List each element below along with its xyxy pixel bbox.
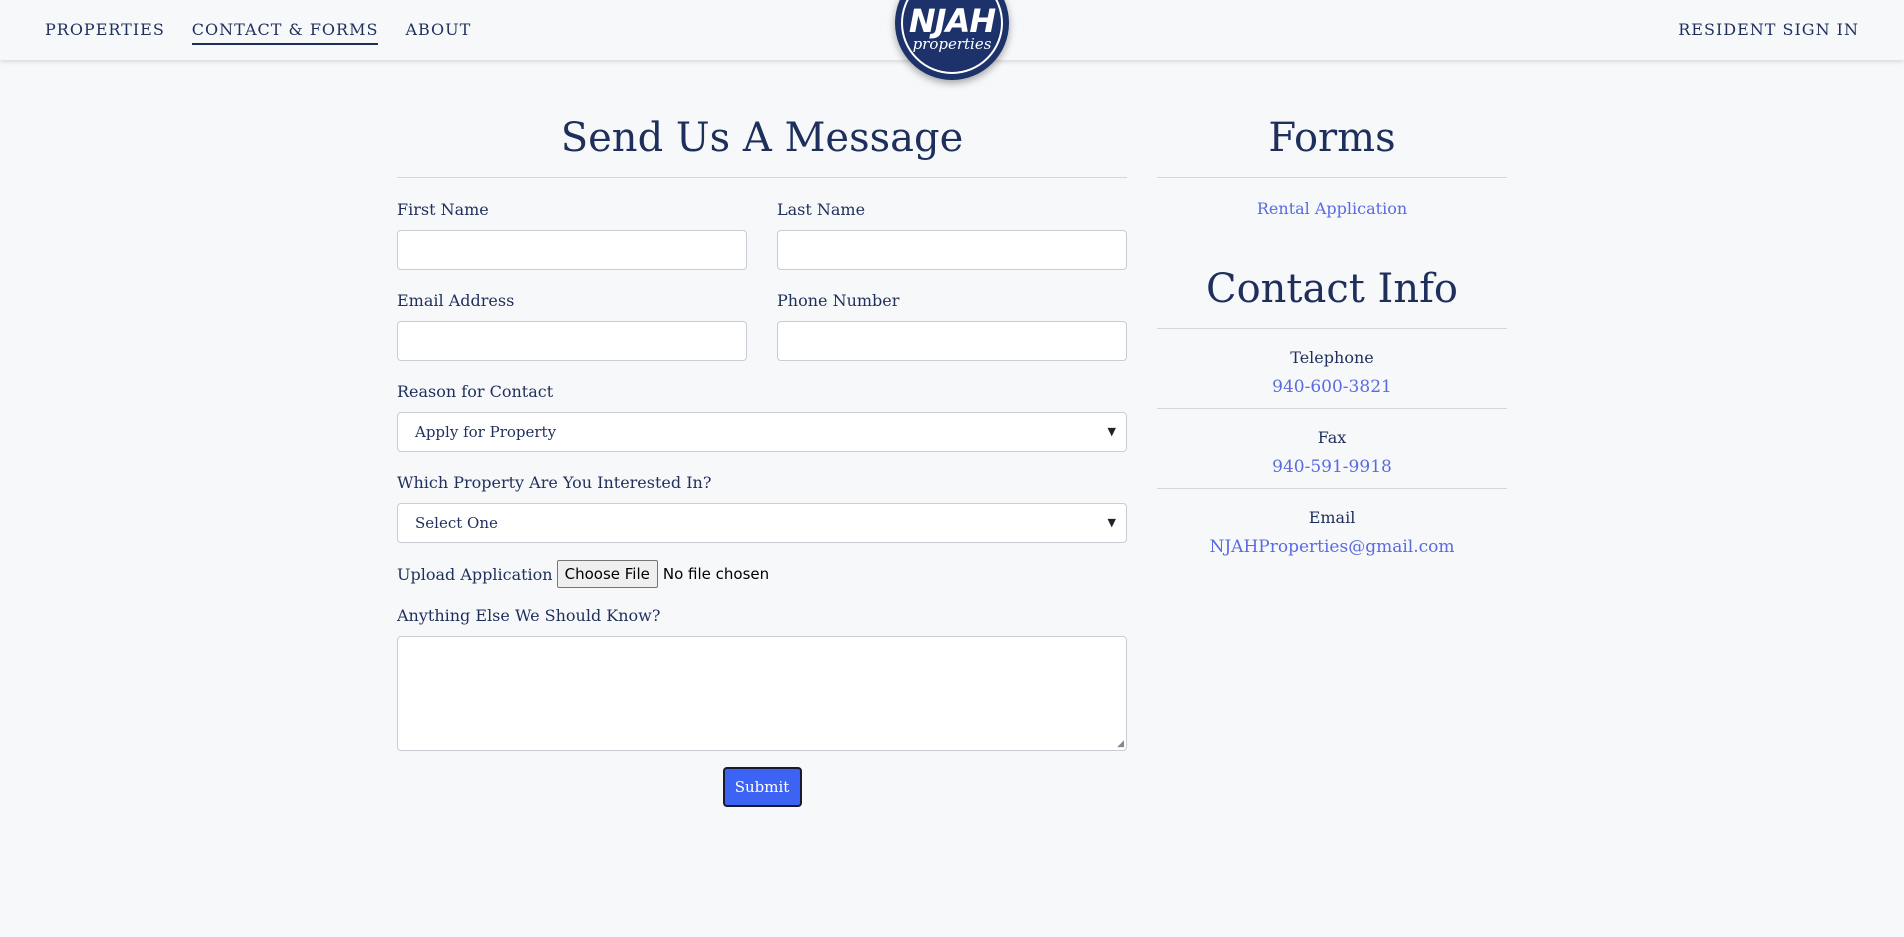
contact-info-title: Contact Info	[1205, 266, 1458, 312]
forms-list: Rental Application	[1157, 199, 1507, 218]
phone-label: Phone Number	[777, 291, 900, 310]
submit-button[interactable]: Submit	[722, 767, 802, 807]
email-group: Email Address	[397, 291, 747, 361]
logo-subtitle: properties	[912, 35, 992, 53]
nav-link-contact-forms[interactable]: CONTACT & FORMS	[191, 20, 379, 45]
property-selected-value: Select One	[415, 514, 498, 532]
reason-select[interactable]: Apply for Property ▼	[397, 412, 1127, 452]
contact-row: Email Address Phone Number	[397, 291, 1127, 361]
upload-label: Upload Application	[397, 564, 553, 584]
first-name-input[interactable]	[397, 230, 747, 270]
email-link[interactable]: NJAHProperties@gmail.com	[1209, 537, 1454, 557]
email-item: Email NJAHProperties@gmail.com	[1157, 508, 1507, 557]
last-name-input[interactable]	[777, 230, 1127, 270]
logo-wordmark: NJAH	[908, 2, 996, 40]
forms-title: Forms	[1268, 115, 1396, 161]
fax-divider	[1157, 488, 1507, 489]
resident-sign-in-link[interactable]: RESIDENT SIGN IN	[1678, 20, 1859, 43]
email-label: Email Address	[397, 291, 515, 310]
reason-selected-value: Apply for Property	[415, 423, 557, 441]
phone-input[interactable]	[777, 321, 1127, 361]
last-name-group: Last Name	[777, 200, 1127, 270]
forms-divider	[1157, 177, 1507, 178]
logo-ring: NJAH properties	[901, 0, 1003, 74]
chevron-down-icon: ▼	[1107, 425, 1116, 438]
no-file-text: No file chosen	[662, 565, 770, 583]
form-title-divider	[397, 177, 1127, 178]
nav-link-about[interactable]: ABOUT	[405, 20, 471, 45]
phone-group: Phone Number	[777, 291, 1127, 361]
first-name-group: First Name	[397, 200, 747, 270]
fax-label: Fax	[1317, 428, 1347, 447]
telephone-divider	[1157, 408, 1507, 409]
notes-label: Anything Else We Should Know?	[397, 606, 661, 625]
last-name-label: Last Name	[777, 200, 866, 219]
njah-logo[interactable]: NJAH properties	[895, 0, 1009, 80]
nav-right: RESIDENT SIGN IN	[1678, 20, 1859, 39]
email-contact-label: Email	[1308, 508, 1356, 527]
nav-link-properties[interactable]: PROPERTIES	[45, 20, 165, 45]
rental-application-link[interactable]: Rental Application	[1257, 199, 1407, 218]
resize-handle-icon[interactable]: ◢	[1117, 739, 1124, 749]
primary-nav: PROPERTIES CONTACT & FORMS ABOUT	[45, 20, 471, 45]
side-column: Forms Rental Application Contact Info Te…	[1157, 108, 1507, 557]
property-group: Which Property Are You Interested In? Se…	[397, 473, 1127, 543]
chevron-down-icon: ▼	[1107, 516, 1116, 529]
contact-form: Send Us A Message First Name Last Name E…	[397, 108, 1127, 807]
telephone-link[interactable]: 940-600-3821	[1272, 377, 1392, 397]
notes-group: Anything Else We Should Know? ◢	[397, 606, 1127, 751]
reason-group: Reason for Contact Apply for Property ▼	[397, 382, 1127, 452]
first-name-label: First Name	[397, 200, 489, 219]
name-row: First Name Last Name	[397, 200, 1127, 270]
contact-info-divider	[1157, 328, 1507, 329]
fax-item: Fax 940-591-9918	[1157, 428, 1507, 477]
submit-row: Submit	[397, 767, 1127, 807]
property-select[interactable]: Select One ▼	[397, 503, 1127, 543]
choose-file-button[interactable]: Choose File	[556, 560, 658, 588]
email-input[interactable]	[397, 321, 747, 361]
telephone-label: Telephone	[1290, 348, 1374, 367]
reason-label: Reason for Contact	[397, 382, 554, 401]
fax-link[interactable]: 940-591-9918	[1272, 457, 1392, 477]
notes-textarea[interactable]: ◢	[397, 636, 1127, 751]
form-title: Send Us A Message	[560, 115, 964, 161]
telephone-item: Telephone 940-600-3821	[1157, 348, 1507, 397]
property-label: Which Property Are You Interested In?	[397, 473, 712, 492]
upload-row: Upload Application Choose File No file c…	[397, 560, 1127, 588]
